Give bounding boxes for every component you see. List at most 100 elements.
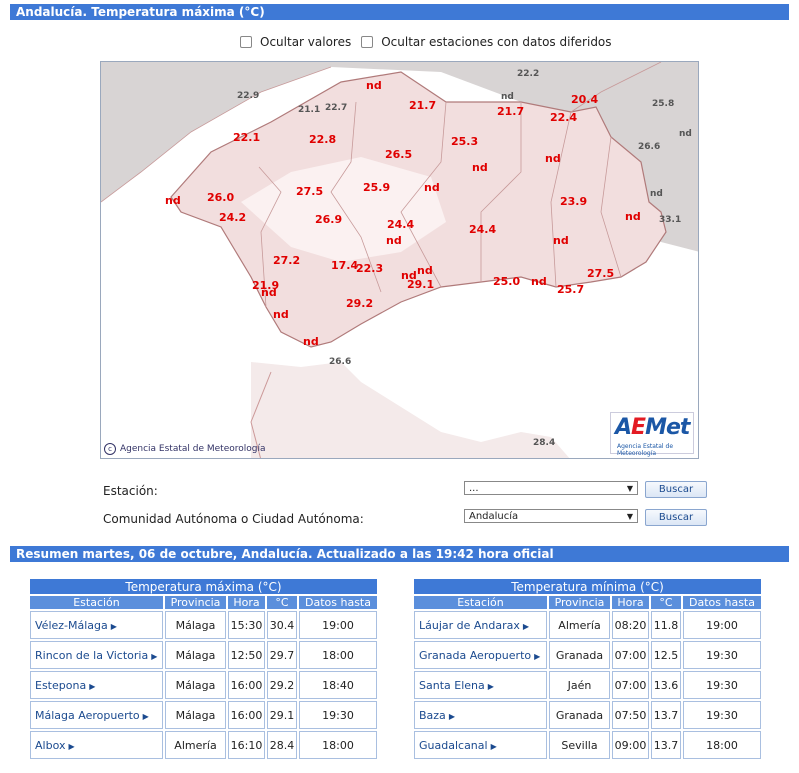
station-name[interactable]: Albox xyxy=(35,739,65,752)
station-link[interactable]: Santa Elena ▶ xyxy=(414,671,547,699)
map-value[interactable]: 21.7 xyxy=(497,106,524,118)
map-value[interactable]: 17.4 xyxy=(331,260,358,272)
station-link[interactable]: Láujar de Andarax ▶ xyxy=(414,611,547,639)
map-value[interactable]: 21.7 xyxy=(409,100,436,112)
map-value[interactable]: nd xyxy=(386,235,402,247)
station-name[interactable]: Granada Aeropuerto xyxy=(419,649,531,662)
map-value[interactable]: 29.2 xyxy=(346,298,373,310)
map-value[interactable]: 22.1 xyxy=(233,132,260,144)
table-row: Albox ▶ Almería 16:10 28.4 18:00 xyxy=(30,731,377,759)
map-value[interactable]: 20.4 xyxy=(571,94,598,106)
col-header: Datos hasta xyxy=(299,596,377,609)
station-name[interactable]: Estepona xyxy=(35,679,86,692)
station-search-button[interactable]: Buscar xyxy=(645,481,707,498)
station-link[interactable]: Baza ▶ xyxy=(414,701,547,729)
col-header: Hora xyxy=(228,596,265,609)
province-cell: Málaga xyxy=(165,641,226,669)
map-value[interactable]: nd xyxy=(625,211,641,223)
map-value[interactable]: 27.5 xyxy=(296,186,323,198)
map-value-deferred[interactable]: 22.2 xyxy=(517,68,539,80)
map-value-deferred[interactable]: nd xyxy=(501,91,514,103)
map-value[interactable]: nd xyxy=(545,153,561,165)
map-value[interactable]: nd xyxy=(261,287,277,299)
col-header: Provincia xyxy=(549,596,610,609)
map-value[interactable]: 25.7 xyxy=(557,284,584,296)
map-value-deferred[interactable]: 22.9 xyxy=(237,90,259,102)
map-value-deferred[interactable]: 33.1 xyxy=(659,214,681,226)
table-row: Guadalcanal ▶ Sevilla 09:00 13.7 18:00 xyxy=(414,731,761,759)
map-value[interactable]: 26.9 xyxy=(315,214,342,226)
community-search-button[interactable]: Buscar xyxy=(645,509,707,526)
map-value[interactable]: nd xyxy=(553,235,569,247)
map-value[interactable]: 26.0 xyxy=(207,192,234,204)
time-cell: 15:30 xyxy=(228,611,265,639)
aemet-logo: AEMet Agencia Estatal de Meteorología xyxy=(610,412,694,457)
map-value[interactable]: 24.2 xyxy=(219,212,246,224)
hide-values-checkbox[interactable] xyxy=(240,36,252,48)
map-value[interactable]: 26.5 xyxy=(385,149,412,161)
community-select[interactable]: Andalucía ▼ xyxy=(464,509,638,523)
map-value[interactable]: nd xyxy=(165,195,181,207)
station-label: Estación: xyxy=(103,484,158,498)
page-title: Andalucía. Temperatura máxima (°C) xyxy=(10,4,789,20)
temperature-map[interactable]: nd 21.7 20.4 21.7 22.4 22.1 22.8 25.3 26… xyxy=(100,61,699,459)
station-link[interactable]: Vélez-Málaga ▶ xyxy=(30,611,163,639)
col-header: Estación xyxy=(414,596,547,609)
map-value[interactable]: 24.4 xyxy=(469,224,496,236)
map-value-deferred[interactable]: 28.4 xyxy=(533,437,555,449)
map-value[interactable]: 24.4 xyxy=(387,219,414,231)
province-cell: Jaén xyxy=(549,671,610,699)
map-value-deferred[interactable]: nd xyxy=(679,128,692,140)
station-name[interactable]: Rincon de la Victoria xyxy=(35,649,148,662)
map-value[interactable]: nd xyxy=(366,80,382,92)
station-link[interactable]: Rincon de la Victoria ▶ xyxy=(30,641,163,669)
hide-values-label[interactable]: Ocultar valores xyxy=(260,35,351,49)
station-select[interactable]: ... ▼ xyxy=(464,481,638,495)
hide-deferred-checkbox[interactable] xyxy=(361,36,374,48)
station-name[interactable]: Santa Elena xyxy=(419,679,485,692)
province-cell: Granada xyxy=(549,641,610,669)
station-name[interactable]: Láujar de Andarax xyxy=(419,619,520,632)
map-value[interactable]: 25.0 xyxy=(493,276,520,288)
map-value-deferred[interactable]: nd xyxy=(650,188,663,200)
map-value[interactable]: 25.9 xyxy=(363,182,390,194)
map-value[interactable]: nd xyxy=(472,162,488,174)
arrow-right-icon: ▶ xyxy=(522,621,530,631)
community-select-value: Andalucía xyxy=(469,511,519,522)
station-link[interactable]: Guadalcanal ▶ xyxy=(414,731,547,759)
temp-cell: 28.4 xyxy=(267,731,297,759)
map-value-deferred[interactable]: 22.7 xyxy=(325,102,347,114)
map-value[interactable]: nd xyxy=(531,276,547,288)
map-value[interactable]: 22.3 xyxy=(356,263,383,275)
map-value[interactable]: nd xyxy=(273,309,289,321)
station-link[interactable]: Granada Aeropuerto ▶ xyxy=(414,641,547,669)
map-value[interactable]: 27.5 xyxy=(587,268,614,280)
map-value[interactable]: 23.9 xyxy=(560,196,587,208)
station-name[interactable]: Guadalcanal xyxy=(419,739,488,752)
map-value[interactable]: nd xyxy=(303,336,319,348)
time-cell: 12:50 xyxy=(228,641,265,669)
station-link[interactable]: Albox ▶ xyxy=(30,731,163,759)
map-value-deferred[interactable]: 25.8 xyxy=(652,98,674,110)
hide-deferred-label[interactable]: Ocultar estaciones con datos diferidos xyxy=(381,35,611,49)
map-value[interactable]: 29.1 xyxy=(407,279,434,291)
map-value[interactable]: 22.8 xyxy=(309,134,336,146)
map-value[interactable]: 25.3 xyxy=(451,136,478,148)
station-link[interactable]: Estepona ▶ xyxy=(30,671,163,699)
station-link[interactable]: Málaga Aeropuerto ▶ xyxy=(30,701,163,729)
province-cell: Granada xyxy=(549,701,610,729)
map-value[interactable]: nd xyxy=(424,182,440,194)
map-value-deferred[interactable]: 26.6 xyxy=(329,356,351,368)
col-header: Estación xyxy=(30,596,163,609)
map-value[interactable]: nd xyxy=(417,265,433,277)
table-row: Baza ▶ Granada 07:50 13.7 19:30 xyxy=(414,701,761,729)
station-name[interactable]: Vélez-Málaga xyxy=(35,619,108,632)
map-value[interactable]: 22.4 xyxy=(550,112,577,124)
station-name[interactable]: Baza xyxy=(419,709,446,722)
province-cell: Málaga xyxy=(165,611,226,639)
map-value-deferred[interactable]: 26.6 xyxy=(638,141,660,153)
arrow-right-icon: ▶ xyxy=(534,651,541,661)
map-value[interactable]: 27.2 xyxy=(273,255,300,267)
station-name[interactable]: Málaga Aeropuerto xyxy=(35,709,140,722)
map-value-deferred[interactable]: 21.1 xyxy=(298,104,320,116)
